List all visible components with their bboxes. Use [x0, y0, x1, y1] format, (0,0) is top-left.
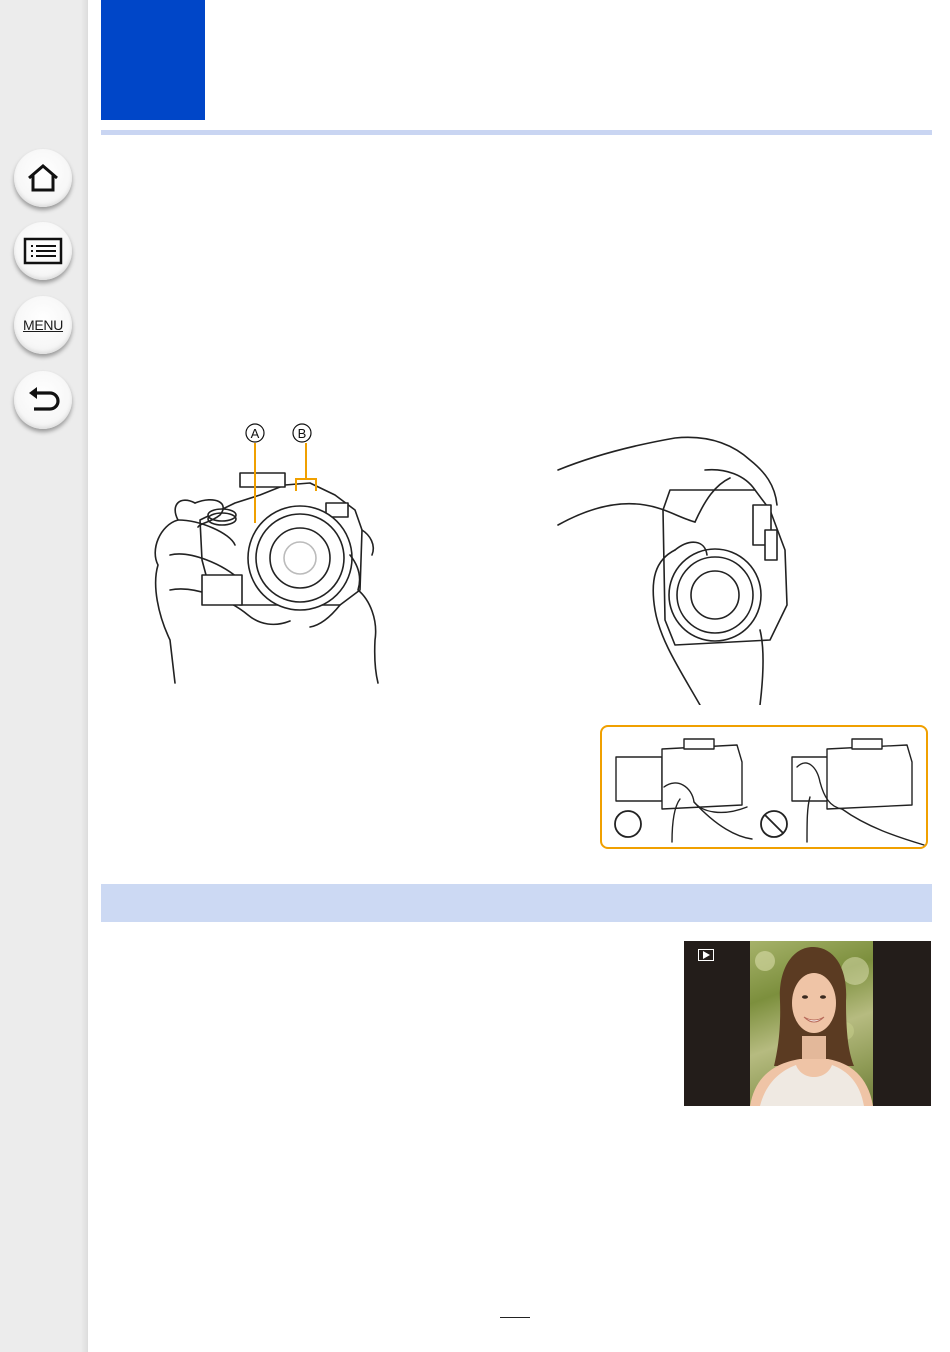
playback-icon — [698, 949, 714, 961]
camera-holding-illustration: A B — [154, 423, 379, 684]
chapter-block — [101, 0, 205, 120]
contents-button[interactable] — [14, 222, 72, 280]
grip-comparison-illustration — [614, 738, 925, 846]
section-heading-band — [101, 884, 932, 922]
vertical-holding-illustration — [557, 436, 788, 705]
home-icon — [28, 164, 58, 192]
back-button[interactable] — [14, 371, 72, 429]
portrait-photo — [750, 941, 873, 1106]
menu-label: MENU — [22, 317, 64, 333]
menu-button[interactable]: MENU — [14, 296, 72, 354]
header-rule — [101, 130, 932, 135]
playback-screen — [684, 941, 931, 1106]
list-icon — [23, 237, 63, 265]
prohibited-icon — [760, 810, 788, 838]
back-arrow-icon — [29, 387, 60, 411]
label-a: A — [251, 426, 260, 441]
sidebar: MENU — [0, 0, 88, 1352]
page-number — [500, 1305, 530, 1318]
home-button[interactable] — [14, 149, 72, 207]
label-b: B — [298, 426, 307, 441]
grip-callout — [600, 725, 928, 849]
circle-ok-icon — [614, 810, 642, 838]
